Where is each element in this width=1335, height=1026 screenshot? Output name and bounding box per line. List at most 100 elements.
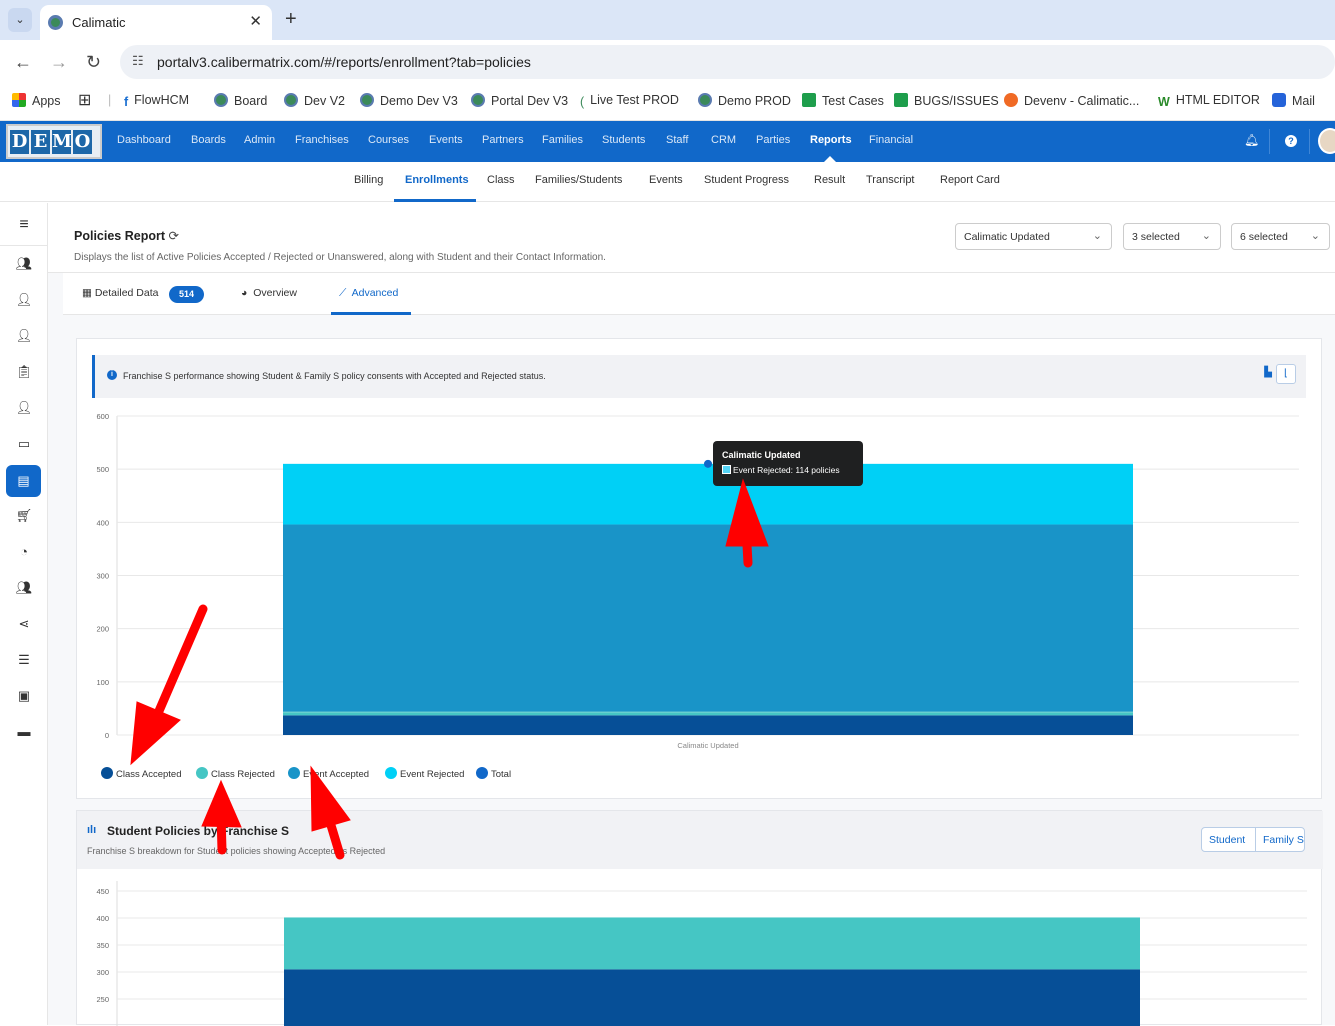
subnav-result[interactable]: Result [814, 174, 845, 186]
hamburger-menu-icon[interactable]: ≡ [14, 215, 34, 235]
legend-class-accepted[interactable]: Class Accepted [101, 767, 181, 780]
site-settings-icon[interactable]: ☷ [132, 53, 144, 69]
filter-select-3[interactable]: 6 selected ⌄ [1231, 223, 1330, 250]
users-group-icon[interactable]: 👥︎ [14, 254, 34, 274]
tab-groups-icon[interactable]: ⊞ [78, 90, 91, 110]
user-remove-icon[interactable]: 👤︎ [14, 398, 34, 418]
subnav-billing[interactable]: Billing [354, 174, 383, 186]
tab-search-chevron-icon[interactable]: ⌄ [8, 8, 32, 32]
bell-icon[interactable]: 🔔︎ [1244, 133, 1259, 147]
bookmark-portal-dev-v3[interactable]: Portal Dev V3 [471, 93, 568, 108]
legend-class-rejected[interactable]: Class Rejected [196, 767, 275, 780]
browser-tab[interactable]: Calimatic ✕ [40, 5, 272, 40]
tooltip-line: Event Rejected: 114 policies [722, 465, 840, 475]
legend-event-accepted[interactable]: Event Accepted [288, 767, 369, 780]
new-tab-plus-icon[interactable]: + [285, 8, 297, 31]
user-plus-icon[interactable]: 👤︎ [14, 290, 34, 310]
list-icon[interactable]: ☰ [14, 650, 34, 670]
menu-financial[interactable]: Financial [869, 134, 913, 146]
toggle-family[interactable]: Family S [1263, 834, 1304, 846]
forward-arrow-icon[interactable]: → [50, 52, 68, 73]
y-tick-label: 350 [96, 941, 109, 950]
area-chart-toggle-icon[interactable]: ▙ [1264, 367, 1272, 378]
presentation-icon[interactable]: ▭ [14, 434, 34, 454]
toggle-student[interactable]: Student [1209, 834, 1245, 846]
bookmark-demo-dev-v3[interactable]: Demo Dev V3 [360, 93, 458, 108]
x-tick-label: Calimatic Updated [677, 741, 738, 750]
menu-students[interactable]: Students [602, 134, 645, 146]
tooltip-title: Calimatic Updated [722, 450, 801, 460]
filter-select-2[interactable]: 3 selected ⌄ [1123, 223, 1221, 250]
subnav-transcript[interactable]: Transcript [866, 174, 915, 186]
refresh-icon[interactable]: ⟳ [168, 229, 178, 243]
menu-reports[interactable]: Reports [810, 134, 852, 146]
menu-families[interactable]: Families [542, 134, 583, 146]
back-arrow-icon[interactable]: ← [14, 52, 32, 73]
tab-overview[interactable]: ◕ Overview [241, 287, 297, 299]
bar-chart-icon[interactable]: ▣ [14, 686, 34, 706]
logo-letter: M [52, 130, 72, 154]
address-bar-row: ← → ↻ ☷ portalv3.calibermatrix.com/#/rep… [0, 40, 1335, 85]
line-chart-toggle-icon[interactable]: ⌊ [1276, 364, 1296, 384]
subnav-families-students[interactable]: Families/Students [535, 174, 622, 186]
bookmark-test-cases[interactable]: Test Cases [802, 93, 884, 108]
count-badge: 514 [169, 286, 204, 303]
bookmark-demo-prod[interactable]: Demo PROD [698, 93, 791, 108]
user-avatar[interactable] [1318, 128, 1335, 154]
user-minus-icon[interactable]: 👤︎ [14, 326, 34, 346]
tab-active-underline [331, 312, 411, 315]
menu-dashboard[interactable]: Dashboard [117, 134, 171, 146]
bookmark-dev-v2[interactable]: Dev V2 [284, 93, 345, 108]
menu-franchises[interactable]: Franchises [295, 134, 349, 146]
demo-logo[interactable]: DEMO [6, 124, 102, 159]
page-description: Displays the list of Active Policies Acc… [74, 252, 606, 263]
bookmark-board[interactable]: Board [214, 93, 267, 108]
url-text[interactable]: portalv3.calibermatrix.com/#/reports/enr… [157, 54, 531, 70]
subnav-class[interactable]: Class [487, 174, 515, 186]
menu-parties[interactable]: Parties [756, 134, 790, 146]
menu-boards[interactable]: Boards [191, 134, 226, 146]
subnav-events[interactable]: Events [649, 174, 683, 186]
info-banner: i Franchise S performance showing Studen… [92, 355, 1306, 398]
subnav-report-card[interactable]: Report Card [940, 174, 1000, 186]
menu-admin[interactable]: Admin [244, 134, 275, 146]
close-tab-icon[interactable]: ✕ [249, 12, 262, 30]
pie-chart-icon[interactable]: ◔ [14, 542, 34, 562]
area-event-rejected [283, 463, 1133, 525]
bookmark-mail[interactable]: Mail [1272, 93, 1315, 108]
menu-staff[interactable]: Staff [666, 134, 688, 146]
clipboard-icon[interactable]: 📋︎ [14, 362, 34, 382]
subnav-enrollments[interactable]: Enrollments [405, 174, 469, 186]
tab-advanced[interactable]: ⟋ Advanced [339, 287, 398, 300]
bookmark-bugs-issues[interactable]: BUGS/ISSUES [894, 93, 999, 108]
chart-tooltip: Calimatic Updated Event Rejected: 114 po… [713, 441, 863, 486]
bookmark-html-editor[interactable]: W HTML EDITOR [1158, 93, 1260, 109]
tab-detailed-data[interactable]: ▦ Detailed Data [82, 287, 158, 299]
bar-rejected [284, 917, 1140, 970]
people-icon[interactable]: 👥︎ [14, 578, 34, 598]
bookmark-live-test-prod[interactable]: (Live Test PROD [580, 93, 679, 109]
menu-crm[interactable]: CRM [711, 134, 736, 146]
calimatic-icon [214, 93, 228, 107]
franchise-select[interactable]: Calimatic Updated ⌄ [955, 223, 1112, 250]
y-tick-label: 400 [96, 518, 109, 527]
subnav-student-progress[interactable]: Student Progress [704, 174, 789, 186]
bookmark-apps[interactable]: Apps [12, 93, 61, 108]
menu-events[interactable]: Events [429, 134, 463, 146]
help-icon[interactable]: ? [1285, 135, 1297, 147]
menu-partners[interactable]: Partners [482, 134, 524, 146]
reload-icon[interactable]: ↻ [86, 52, 101, 73]
legend-total[interactable]: Total [476, 767, 511, 780]
url-omnibox[interactable]: ☷ portalv3.calibermatrix.com/#/reports/e… [120, 45, 1335, 79]
share-icon[interactable]: ⋖ [14, 614, 34, 634]
student-policies-card: ılı Student Policies by Franchise S Fran… [76, 810, 1323, 1026]
reports-document-icon[interactable]: ▤ [6, 465, 41, 497]
cart-icon[interactable]: 🛒︎ [14, 506, 34, 526]
bookmark-devenv[interactable]: Devenv - Calimatic... [1004, 93, 1139, 108]
ticket-icon[interactable]: ▬ [14, 722, 34, 742]
report-tabs: ▦ Detailed Data 514 ◕ Overview ⟋ Advance… [63, 273, 1335, 315]
bookmark-flowhcm[interactable]: f FlowHCM [124, 93, 189, 109]
legend-event-rejected[interactable]: Event Rejected [385, 767, 464, 780]
menu-courses[interactable]: Courses [368, 134, 409, 146]
student-family-toggle: Student Family S [1201, 827, 1305, 852]
